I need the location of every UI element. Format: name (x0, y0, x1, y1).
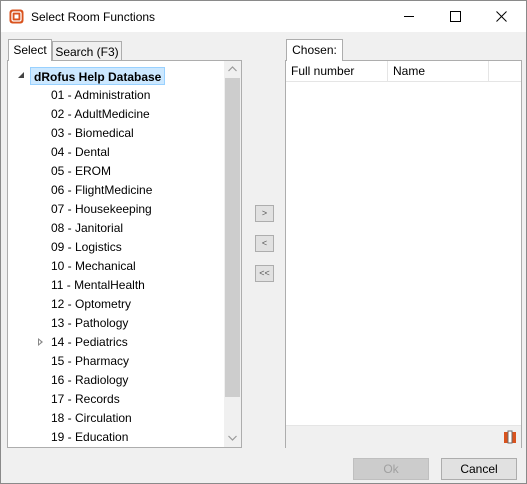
tree-item[interactable]: 09 - Logistics (51, 238, 122, 256)
tab-search[interactable]: Search (F3) (52, 41, 122, 61)
add-button[interactable]: > (255, 205, 274, 222)
expand-arrow-icon[interactable] (18, 72, 24, 78)
tree-item[interactable]: 15 - Pharmacy (51, 352, 129, 370)
column-header-full-number[interactable]: Full number (286, 61, 388, 81)
maximize-button[interactable] (433, 1, 479, 32)
tree-item[interactable]: 14 - Pediatrics (51, 333, 128, 351)
tree-scrollbar[interactable] (224, 61, 241, 447)
chosen-grid-header: Full number Name (286, 61, 521, 82)
remove-button[interactable]: < (255, 235, 274, 252)
chevron-down-icon (228, 435, 237, 441)
tree-item[interactable]: 02 - AdultMedicine (51, 105, 150, 123)
minimize-button[interactable] (387, 1, 433, 32)
tree-item[interactable]: 08 - Janitorial (51, 219, 123, 237)
select-panel: dRofus Help Database 01 - Administration… (7, 60, 242, 448)
expand-arrow-icon[interactable] (38, 338, 43, 346)
chosen-panel: Full number Name (285, 60, 522, 448)
tree-item[interactable]: 19 - Education (51, 428, 128, 446)
tab-select[interactable]: Select (8, 39, 52, 61)
window-title: Select Room Functions (31, 10, 156, 24)
tree-item[interactable]: 06 - FlightMedicine (51, 181, 152, 199)
dialog-window: Select Room Functions Select Search (F3)… (0, 0, 527, 484)
room-function-tree[interactable]: dRofus Help Database 01 - Administration… (8, 61, 224, 447)
tree-item[interactable]: 17 - Records (51, 390, 120, 408)
columns-icon[interactable] (503, 430, 517, 444)
tree-item[interactable]: 07 - Housekeeping (51, 200, 152, 218)
tree-item[interactable]: 13 - Pathology (51, 314, 128, 332)
tree-item[interactable]: 03 - Biomedical (51, 124, 134, 142)
ok-button[interactable]: Ok (353, 458, 429, 480)
cancel-button[interactable]: Cancel (441, 458, 517, 480)
close-button[interactable] (479, 1, 525, 32)
tree-item[interactable]: 16 - Radiology (51, 371, 128, 389)
chevron-up-icon (228, 66, 237, 72)
title-bar[interactable]: Select Room Functions (1, 1, 526, 32)
minimize-icon (404, 16, 414, 17)
scroll-down-button[interactable] (224, 430, 241, 447)
remove-all-button[interactable]: << (255, 265, 274, 282)
tree-root-label[interactable]: dRofus Help Database (30, 67, 166, 85)
tree-item[interactable]: 18 - Circulation (51, 409, 132, 427)
column-header-name[interactable]: Name (388, 61, 489, 81)
tree-item[interactable]: 12 - Optometry (51, 295, 131, 313)
tree-item[interactable]: 01 - Administration (51, 86, 150, 104)
maximize-icon (450, 11, 461, 22)
tree-item[interactable]: 11 - MentalHealth (51, 276, 145, 294)
tab-chosen[interactable]: Chosen: (286, 39, 343, 61)
close-icon (496, 11, 507, 22)
drofus-app-icon (9, 9, 24, 24)
chosen-footer (286, 425, 521, 448)
scroll-thumb[interactable] (225, 78, 240, 397)
scroll-up-button[interactable] (224, 61, 241, 78)
tree-item[interactable]: 10 - Mechanical (51, 257, 136, 275)
tree-item[interactable]: 04 - Dental (51, 143, 110, 161)
tree-item[interactable]: 05 - EROM (51, 162, 111, 180)
